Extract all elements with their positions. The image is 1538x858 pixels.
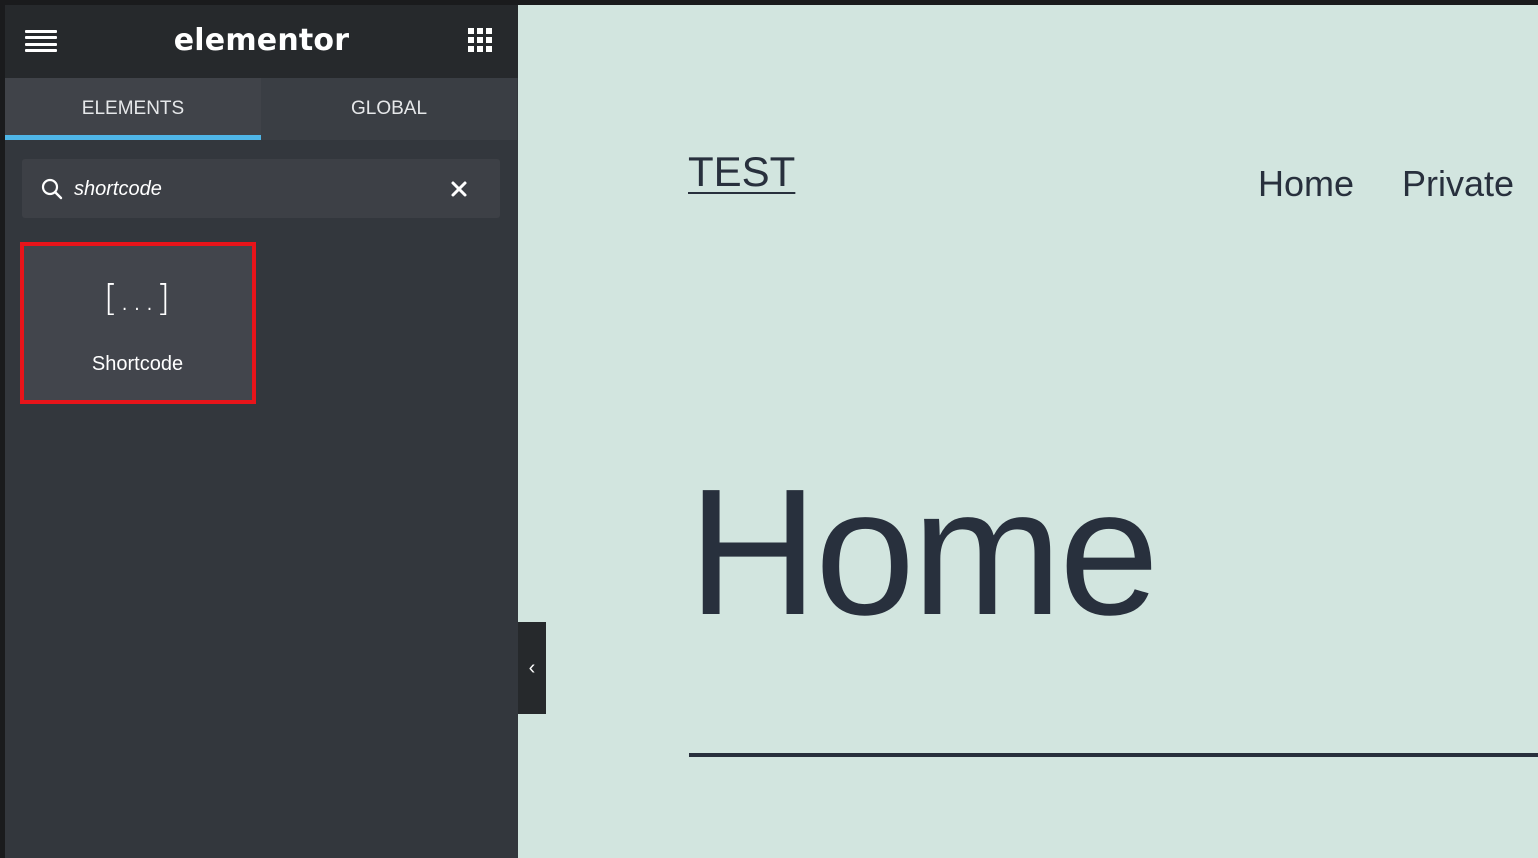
widget-shortcode[interactable]: [...] Shortcode: [23, 245, 252, 401]
collapse-panel-chevron-left-icon[interactable]: ‹: [518, 622, 546, 714]
search-icon: [41, 178, 63, 200]
widgets-grid-icon[interactable]: [468, 28, 494, 54]
search-input[interactable]: [74, 173, 434, 205]
tab-elements[interactable]: ELEMENTS: [5, 78, 261, 140]
panel-header: elementor: [5, 5, 518, 78]
nav-item-private[interactable]: Private: [1402, 163, 1514, 205]
separator-line: [689, 753, 1538, 757]
panel-tabs: ELEMENTS GLOBAL: [5, 78, 518, 140]
widget-label: Shortcode: [91, 353, 184, 375]
editor-panel: elementor ELEMENTS GLOBAL [...] Shortcod…: [5, 5, 518, 858]
tab-global[interactable]: GLOBAL: [261, 78, 517, 140]
widget-search: [22, 159, 500, 218]
preview-canvas: TEST Home Private Home: [518, 5, 1538, 858]
page-heading: Home: [688, 452, 1159, 653]
shortcode-icon: [...]: [103, 278, 172, 319]
site-navigation: Home Private: [1258, 163, 1514, 205]
clear-search-icon[interactable]: [450, 180, 468, 198]
nav-item-home[interactable]: Home: [1258, 163, 1354, 205]
site-title[interactable]: TEST: [688, 148, 795, 196]
elementor-logo: elementor: [173, 23, 350, 58]
